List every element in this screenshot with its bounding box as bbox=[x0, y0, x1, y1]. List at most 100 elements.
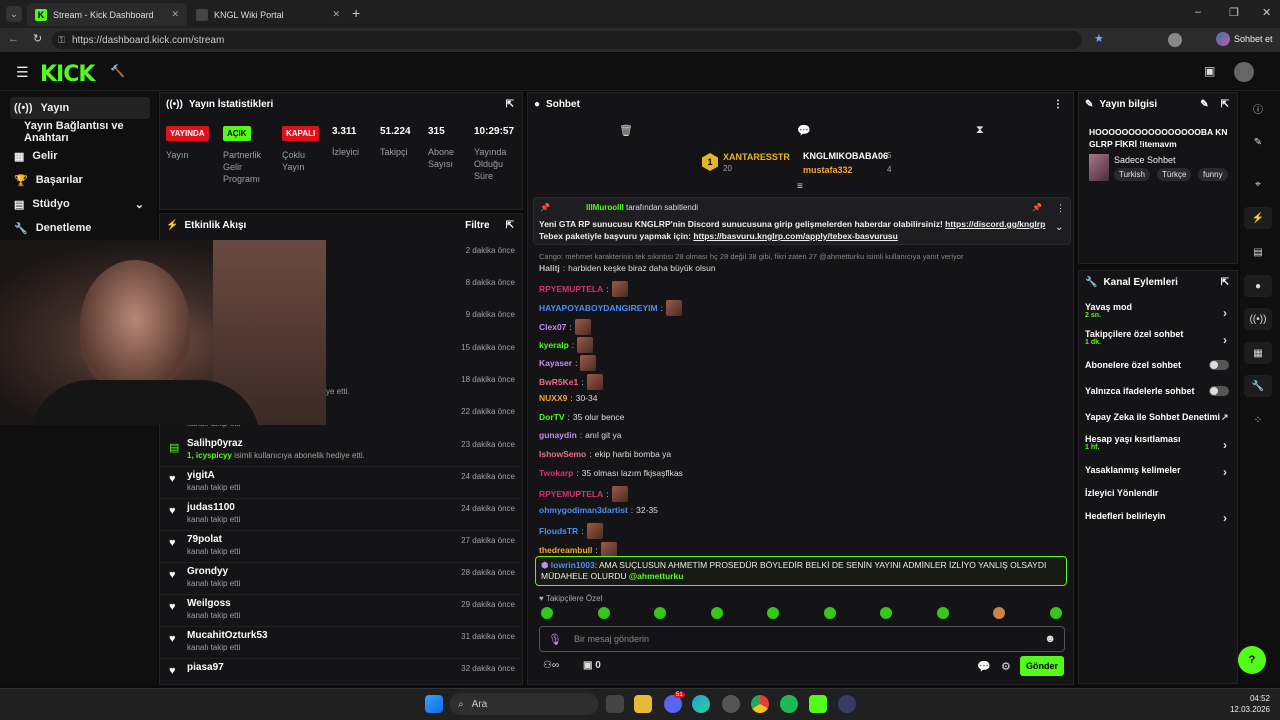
emote-button[interactable] bbox=[767, 607, 779, 619]
channel-action-item[interactable]: Yalnızca ifadelerle sohbet bbox=[1085, 386, 1235, 396]
activity-username[interactable]: piasa97 bbox=[187, 662, 224, 673]
emote-button[interactable] bbox=[880, 607, 892, 619]
url-input[interactable]: ⚿ https://dashboard.kick.com/stream bbox=[52, 31, 1082, 49]
channel-action-item[interactable]: Hesap yaşı kısıtlaması 1 hf. › bbox=[1085, 434, 1235, 452]
popout-icon[interactable]: ⇱ bbox=[1221, 99, 1229, 110]
channel-action-item[interactable]: Takipçilere özel sohbet 1 dk. › bbox=[1085, 329, 1235, 347]
users-icon[interactable]: ⚇∞ bbox=[543, 660, 559, 671]
chevron-right-icon[interactable]: › bbox=[1223, 511, 1227, 525]
taskbar-search[interactable]: ⌕ Ara bbox=[450, 693, 598, 715]
maximize-button[interactable]: ❐ bbox=[1229, 6, 1239, 19]
tab-list-icon[interactable]: ⌄ bbox=[6, 6, 22, 22]
emoji-icon[interactable]: ☻ bbox=[1044, 633, 1056, 645]
chat-username[interactable]: thedreambull bbox=[539, 545, 592, 555]
hamburger-menu-icon[interactable]: ☰ bbox=[16, 64, 29, 81]
emote-button[interactable] bbox=[936, 607, 949, 619]
sidebar-item-denetleme[interactable]: 🔧 Denetleme bbox=[10, 217, 150, 239]
chevron-down-icon[interactable]: ⌄ bbox=[1055, 222, 1063, 233]
channel-action-item[interactable]: Yasaklanmış kelimeler › bbox=[1085, 465, 1235, 479]
chat-username[interactable]: Twokarp bbox=[539, 468, 573, 478]
chat-username[interactable]: Halitj bbox=[539, 263, 560, 273]
windows-start-icon[interactable] bbox=[425, 695, 443, 713]
window-close-button[interactable]: ✕ bbox=[1262, 6, 1271, 19]
activity-username[interactable]: MucahitOzturk53 bbox=[187, 630, 268, 641]
mic-icon[interactable]: 🎙 bbox=[548, 633, 562, 646]
filter-button[interactable]: Filtre bbox=[465, 220, 489, 231]
chevron-right-icon[interactable]: › bbox=[1223, 438, 1227, 452]
emote-button[interactable] bbox=[710, 607, 723, 619]
sidebar-item-gelir[interactable]: ▦ Gelir bbox=[10, 145, 150, 167]
tag-pill[interactable]: Türkçe bbox=[1157, 168, 1192, 181]
send-button[interactable]: Gönder bbox=[1020, 656, 1064, 676]
channel-action-item[interactable]: Yavaş mod 2 sn. › bbox=[1085, 302, 1235, 320]
user-avatar[interactable] bbox=[1234, 62, 1254, 82]
chat-username[interactable]: NUXX9 bbox=[539, 393, 567, 403]
chat-input-box[interactable]: 🎙 Bir mesaj gönderin ☻ bbox=[539, 626, 1065, 652]
category-name[interactable]: Sadece Sohbet bbox=[1114, 155, 1176, 165]
help-button[interactable]: ? bbox=[1238, 646, 1266, 674]
emote-button[interactable] bbox=[1049, 607, 1062, 619]
sidebar-item-studyo[interactable]: ▤ Stüdyo ⌄ bbox=[10, 193, 150, 215]
hourglass-icon[interactable]: ⧗ bbox=[976, 124, 984, 137]
toggle-switch[interactable] bbox=[1209, 360, 1229, 370]
activity-username[interactable]: yigitA bbox=[187, 470, 215, 481]
file-explorer-icon[interactable] bbox=[634, 695, 652, 713]
emote-button[interactable] bbox=[993, 607, 1005, 619]
more-options-icon[interactable]: ⋮ bbox=[1053, 99, 1063, 110]
pinned-link[interactable]: https://discord.gg/knglrp bbox=[945, 219, 1045, 229]
chat-username[interactable]: FloudsTR bbox=[539, 526, 578, 536]
chat-username[interactable]: gunaydin bbox=[539, 430, 577, 440]
chat-mode-icon[interactable]: 💬 bbox=[977, 660, 991, 673]
chevron-right-icon[interactable]: › bbox=[1223, 465, 1227, 479]
info-icon[interactable]: ⓘ bbox=[1244, 97, 1272, 119]
sidebar-item-yayin[interactable]: ((•)) Yayın bbox=[10, 97, 150, 119]
settings-gear-icon[interactable]: ⚙ bbox=[1001, 660, 1011, 673]
tab-kngl-wiki[interactable]: KNGL Wiki Portal ✕ bbox=[188, 3, 348, 26]
app-icon[interactable] bbox=[722, 695, 740, 713]
spotify-icon[interactable] bbox=[780, 695, 798, 713]
task-view-icon[interactable] bbox=[606, 695, 624, 713]
channel-action-item[interactable]: Yapay Zeka ile Sohbet Denetimi ↗ bbox=[1085, 412, 1235, 422]
new-tab-button[interactable]: + bbox=[352, 5, 360, 21]
lightning-icon[interactable]: ⚡ bbox=[1244, 207, 1272, 229]
chat-username[interactable]: HAYAPOYABOYDANGIREYIM bbox=[539, 303, 658, 313]
chat-icon[interactable]: 💬 bbox=[797, 124, 811, 137]
kick-logo[interactable]: KICK bbox=[40, 62, 95, 87]
trash-icon[interactable]: 🗑 bbox=[619, 124, 633, 137]
kick-app-icon[interactable] bbox=[809, 695, 827, 713]
emote-button[interactable] bbox=[823, 607, 836, 619]
refresh-icon[interactable]: ↻ bbox=[33, 32, 42, 45]
chat-username[interactable]: lowrin1003 bbox=[551, 560, 595, 570]
tag-pill[interactable]: funny bbox=[1198, 168, 1228, 181]
channel-action-item[interactable]: Abonelere özel sohbet bbox=[1085, 360, 1235, 370]
close-icon[interactable]: ✕ bbox=[171, 9, 179, 20]
unpin-icon[interactable]: 📌 bbox=[1032, 203, 1042, 212]
emote-button[interactable] bbox=[654, 607, 666, 619]
focus-icon[interactable]: ⌖ bbox=[1244, 173, 1272, 195]
activity-username[interactable]: Salihp0yraz bbox=[187, 438, 243, 449]
copilot-button[interactable]: Sohbet et bbox=[1216, 32, 1273, 46]
activity-username[interactable]: judas1100 bbox=[187, 502, 235, 513]
chat-username[interactable]: Kayaser bbox=[539, 358, 572, 368]
chat-username[interactable]: IshowSemo bbox=[539, 449, 586, 459]
back-icon[interactable]: ← bbox=[8, 33, 19, 45]
hammer-icon[interactable]: 🔨 bbox=[110, 64, 125, 78]
chat-username[interactable]: RPYEMUPTELA bbox=[539, 284, 603, 294]
chat-username[interactable]: RPYEMUPTELA bbox=[539, 489, 603, 499]
chat-username[interactable]: ohmygodiman3dartist bbox=[539, 505, 628, 515]
activity-username[interactable]: Weilgoss bbox=[187, 598, 231, 609]
pencil-icon[interactable]: ✎ bbox=[1244, 131, 1272, 153]
gift-recipient[interactable]: 1, icyspicyy bbox=[187, 451, 232, 460]
apps-icon[interactable]: ⁘ bbox=[1244, 409, 1272, 431]
chat-username[interactable]: BwR5Ke1 bbox=[539, 377, 578, 387]
favorite-star-icon[interactable]: ★ bbox=[1094, 32, 1104, 45]
edit-icon[interactable]: ✎ bbox=[1200, 99, 1208, 110]
channel-action-item[interactable]: Hedefleri belirleyin › bbox=[1085, 511, 1235, 525]
more-options-icon[interactable]: ⋮ bbox=[1056, 203, 1065, 214]
close-icon[interactable]: ✕ bbox=[332, 9, 340, 20]
toggle-switch[interactable] bbox=[1209, 386, 1229, 396]
media-icon[interactable]: ▣ bbox=[1204, 64, 1215, 78]
chat-username[interactable]: DorTV bbox=[539, 412, 565, 422]
chat-mention[interactable]: @ahmetturku bbox=[629, 571, 684, 581]
stats-icon[interactable]: ▦ bbox=[1244, 342, 1272, 364]
